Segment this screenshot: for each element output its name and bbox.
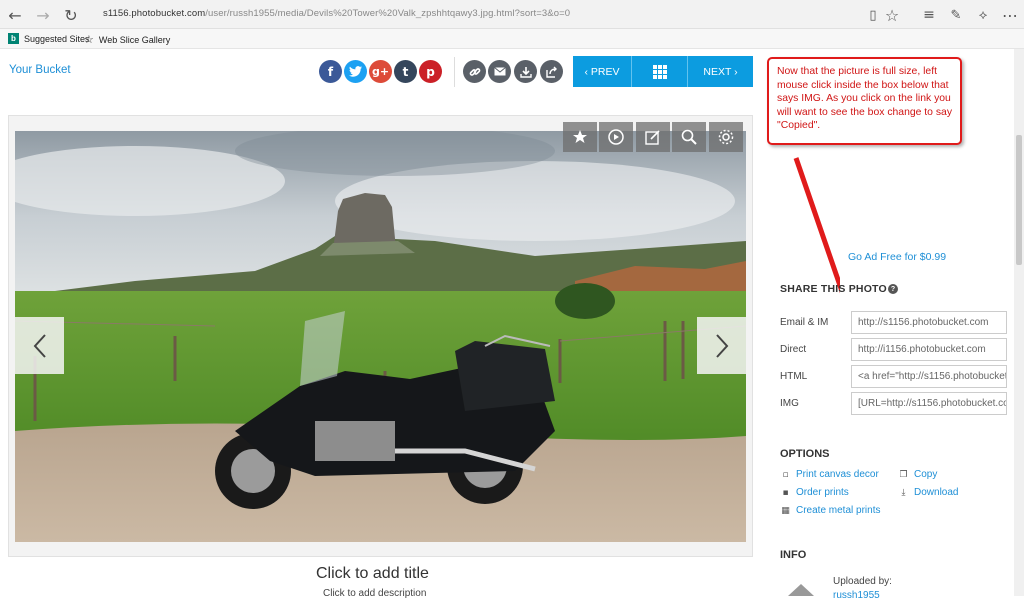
email-im-field[interactable]: http://s1156.photobucket.com: [851, 311, 1007, 334]
prev-button[interactable]: ‹ PREV: [573, 56, 631, 87]
bing-icon: b: [8, 33, 19, 44]
scrollbar-thumb[interactable]: [1016, 135, 1022, 265]
google-plus-icon[interactable]: g+: [369, 60, 392, 83]
grid-view-button[interactable]: [631, 56, 687, 87]
divider: [454, 57, 455, 87]
info-heading: INFO: [780, 549, 807, 561]
cart-icon: ▪: [782, 487, 789, 498]
copy-icon: ❐: [899, 469, 908, 480]
print-canvas-link[interactable]: ▫ Print canvas decor: [781, 469, 879, 480]
star-icon[interactable]: [563, 122, 597, 152]
chevron-left-icon: [33, 333, 46, 358]
share-label-email: Email & IM: [780, 317, 829, 328]
photo-title[interactable]: Click to add title: [316, 565, 429, 583]
option-label: Print canvas decor: [796, 469, 879, 480]
email-icon[interactable]: [488, 60, 511, 83]
fav-suggested-sites[interactable]: b Suggested Sites: [8, 33, 90, 44]
fav-web-slice-gallery[interactable]: ☆ Web Slice Gallery: [84, 33, 170, 46]
help-icon[interactable]: ?: [888, 284, 898, 294]
option-label: Order prints: [796, 487, 849, 498]
facebook-icon[interactable]: f: [319, 60, 342, 83]
share-heading: SHARE THIS PHOTO: [780, 283, 887, 295]
img-code-field[interactable]: [URL=http://s1156.photobucket.com: [851, 392, 1007, 415]
html-code-field[interactable]: <a href="http://s1156.photobucket.com: [851, 365, 1007, 388]
twitter-icon[interactable]: [344, 60, 367, 83]
edit-icon[interactable]: [636, 122, 670, 152]
download-icon: ⤓: [901, 487, 906, 498]
share-label-direct: Direct: [780, 344, 807, 355]
address-bar: ← → ↻ s1156.photobucket.com/user/russh19…: [0, 0, 1024, 29]
forward-arrow-icon[interactable]: →: [32, 4, 54, 26]
options-heading: OPTIONS: [780, 448, 830, 460]
star-icon: ☆: [84, 33, 94, 46]
fav-label: Web Slice Gallery: [98, 34, 171, 45]
avatar: [788, 584, 814, 596]
copy-link[interactable]: ❐ Copy: [899, 469, 937, 480]
prev-photo-arrow[interactable]: [15, 317, 64, 374]
play-icon[interactable]: [599, 122, 633, 152]
option-label: Download: [914, 487, 959, 498]
share-label-img: IMG: [780, 398, 799, 409]
photo-description[interactable]: Click to add description: [323, 588, 426, 599]
order-prints-link[interactable]: ▪ Order prints: [781, 487, 849, 498]
go-ad-free-link[interactable]: Go Ad Free for $0.99: [848, 251, 946, 263]
uploaded-by-label: Uploaded by:: [833, 576, 892, 587]
favorites-bar: b Suggested Sites ☆ Web Slice Gallery: [0, 29, 1024, 49]
hub-menu-icon[interactable]: ≡: [918, 4, 940, 26]
back-arrow-icon[interactable]: ←: [4, 4, 26, 26]
fav-label: Suggested Sites: [24, 33, 90, 44]
canvas-icon: ▫: [782, 469, 789, 480]
more-icon[interactable]: ⋯: [999, 4, 1021, 26]
metal-prints-link[interactable]: ▦ Create metal prints: [781, 505, 880, 516]
metal-print-icon: ▦: [781, 505, 790, 516]
main-photo[interactable]: [15, 131, 746, 542]
next-photo-arrow[interactable]: [697, 317, 746, 374]
link-icon[interactable]: [463, 60, 486, 83]
share-out-icon[interactable]: [540, 60, 563, 83]
option-label: Create metal prints: [796, 505, 881, 516]
share-label-html: HTML: [780, 371, 808, 382]
scrollbar[interactable]: [1014, 49, 1024, 596]
refresh-icon[interactable]: ↻: [60, 4, 82, 26]
zoom-icon[interactable]: [672, 122, 706, 152]
web-note-icon[interactable]: ✎: [945, 4, 967, 26]
option-label: Copy: [914, 469, 938, 480]
share-icon[interactable]: ⟡: [972, 4, 994, 26]
direct-link-field[interactable]: http://i1156.photobucket.com: [851, 338, 1007, 361]
next-button[interactable]: NEXT ›: [687, 56, 753, 87]
chevron-right-icon: [715, 333, 728, 358]
download-link[interactable]: ⤓ Download: [899, 487, 959, 498]
pinterest-icon[interactable]: p: [419, 60, 442, 83]
gear-icon[interactable]: [709, 122, 743, 152]
download-icon[interactable]: [514, 60, 537, 83]
instruction-callout: Now that the picture is full size, left …: [767, 57, 962, 145]
your-bucket-link[interactable]: Your Bucket: [9, 64, 71, 76]
tumblr-icon[interactable]: t: [394, 60, 417, 83]
favorite-star-icon[interactable]: ☆: [881, 4, 903, 26]
url-field[interactable]: s1156.photobucket.com/user/russh1955/med…: [103, 8, 570, 19]
grid-icon: [652, 64, 667, 79]
